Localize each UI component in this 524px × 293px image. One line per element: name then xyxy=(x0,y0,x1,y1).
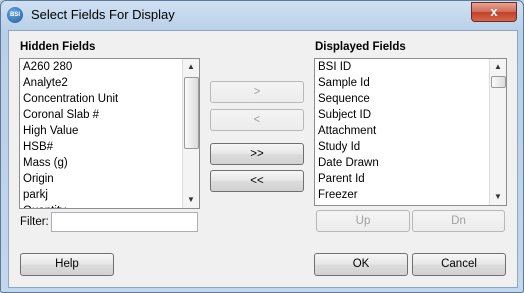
app-logo-icon: BSI xyxy=(7,7,23,23)
close-icon: x xyxy=(490,4,498,19)
move-up-button[interactable]: Up xyxy=(316,210,410,232)
list-item[interactable]: Parent Id xyxy=(315,171,506,187)
remove-all-fields-button[interactable]: << xyxy=(210,170,304,192)
title-bar[interactable]: BSI Select Fields For Display x xyxy=(1,1,523,29)
list-item[interactable]: HSB# xyxy=(20,139,199,155)
list-item[interactable]: Sample Id xyxy=(315,75,506,91)
dialog-title: Select Fields For Display xyxy=(31,7,175,22)
dialog-window: BSI Select Fields For Display x Hidden F… xyxy=(0,0,524,293)
list-item[interactable]: parkj xyxy=(20,187,199,203)
list-item[interactable]: Attachment xyxy=(315,123,506,139)
scroll-thumb[interactable] xyxy=(184,77,199,149)
scroll-down-arrow-icon[interactable]: ▼ xyxy=(183,192,199,208)
hidden-fields-list[interactable]: A260 280 Analyte2 Concentration Unit Corona… xyxy=(19,58,200,209)
add-field-button[interactable]: > xyxy=(210,81,304,103)
displayed-fields-list[interactable]: BSI ID Sample Id Sequence Subject ID Attachm… xyxy=(314,58,507,206)
list-item[interactable]: Concentration Unit xyxy=(20,91,199,107)
list-item[interactable]: Date Drawn xyxy=(315,155,506,171)
scroll-up-arrow-icon[interactable]: ▲ xyxy=(183,59,199,75)
list-item[interactable]: Quantity xyxy=(20,203,199,208)
displayed-fields-label: Displayed Fields xyxy=(315,41,406,53)
hidden-list-scrollbar[interactable]: ▲ ▼ xyxy=(182,59,199,208)
help-button[interactable]: Help xyxy=(20,253,114,276)
list-item[interactable]: High Value xyxy=(20,123,199,139)
list-item[interactable]: Study Id xyxy=(315,139,506,155)
close-button[interactable]: x xyxy=(471,2,517,22)
add-all-fields-button[interactable]: >> xyxy=(210,143,304,165)
cancel-button[interactable]: Cancel xyxy=(412,253,506,276)
list-item[interactable]: Subject ID xyxy=(315,107,506,123)
list-item[interactable]: BSI ID xyxy=(315,59,506,75)
hidden-fields-label: Hidden Fields xyxy=(20,41,96,53)
list-item[interactable]: Freezer xyxy=(315,187,506,203)
list-item[interactable]: Origin xyxy=(20,171,199,187)
list-item[interactable]: Coronal Slab # xyxy=(20,107,199,123)
ok-button[interactable]: OK xyxy=(314,253,408,276)
dialog-body: Hidden Fields A260 280 Analyte2 Concentrat… xyxy=(8,30,518,288)
scroll-thumb[interactable] xyxy=(491,76,506,88)
displayed-list-scrollbar[interactable]: ▲ ▼ xyxy=(489,59,506,205)
move-down-button[interactable]: Dn xyxy=(412,210,505,232)
scroll-up-arrow-icon[interactable]: ▲ xyxy=(490,59,506,75)
list-item[interactable]: Mass (g) xyxy=(20,155,199,171)
filter-label: Filter: xyxy=(20,216,49,228)
list-item[interactable]: Analyte2 xyxy=(20,75,199,91)
scroll-down-arrow-icon[interactable]: ▼ xyxy=(490,189,506,205)
list-item[interactable]: Sequence xyxy=(315,91,506,107)
list-item[interactable]: A260 280 xyxy=(20,59,199,75)
remove-field-button[interactable]: < xyxy=(210,109,304,131)
filter-input[interactable] xyxy=(51,212,198,232)
